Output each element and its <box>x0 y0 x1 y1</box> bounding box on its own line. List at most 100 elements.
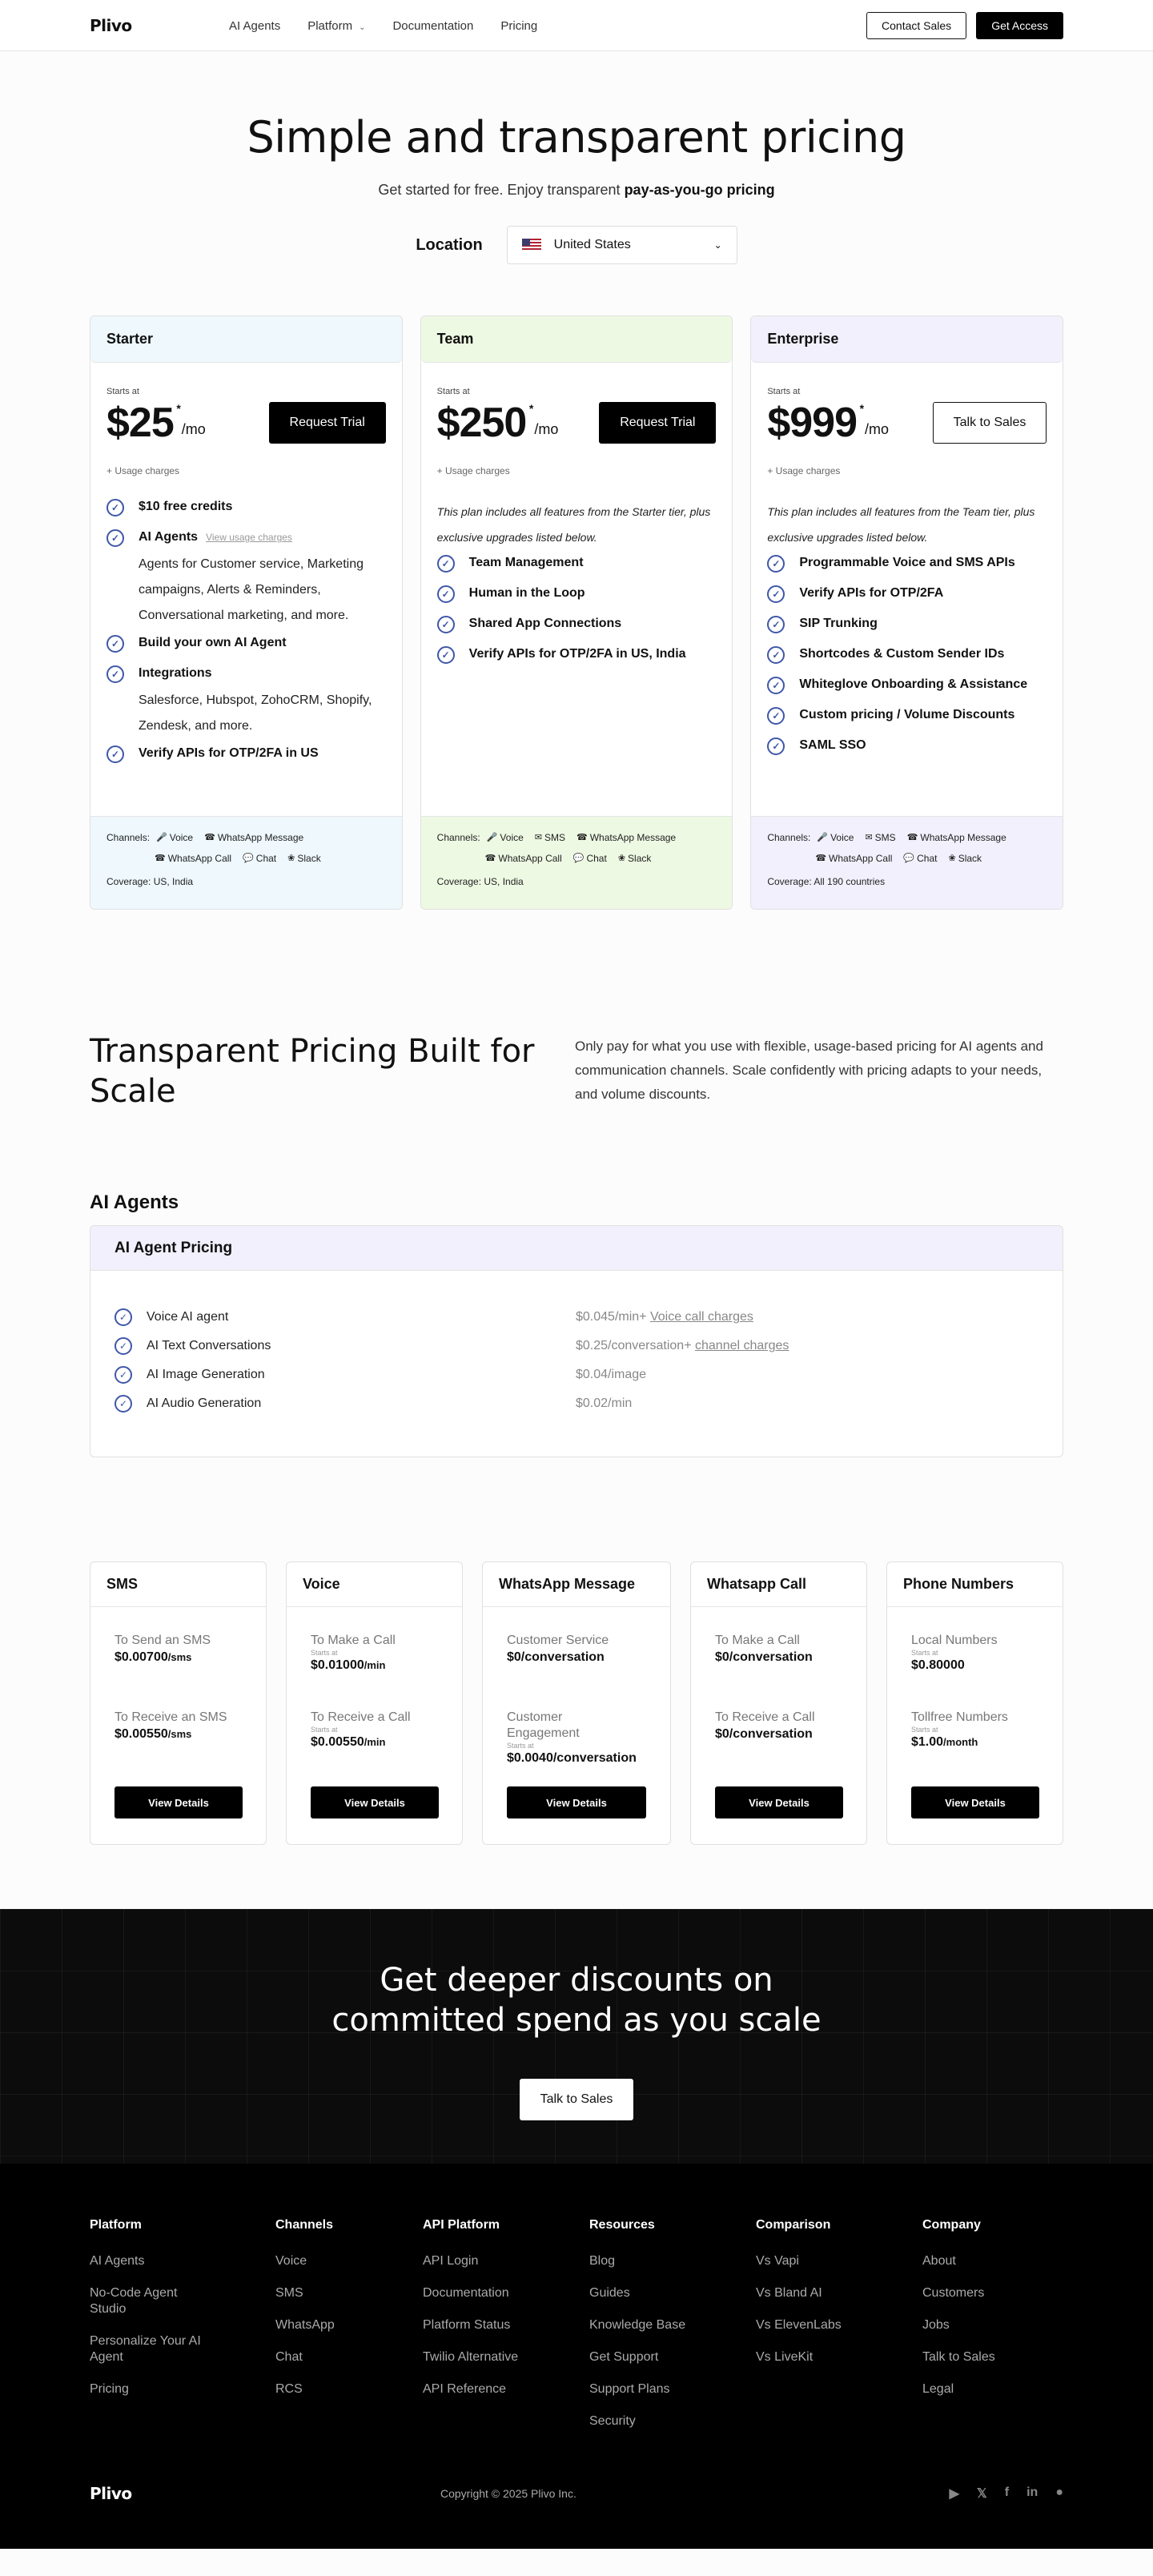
hero-subtitle-bold: pay-as-you-go pricing <box>624 182 775 198</box>
footer-link[interactable]: Voice <box>275 2253 423 2269</box>
view-details-button[interactable]: View Details <box>507 1786 646 1818</box>
view-details-button[interactable]: View Details <box>114 1786 243 1818</box>
github-icon[interactable]: ● <box>1055 2486 1063 2502</box>
nav-documentation[interactable]: Documentation <box>392 19 473 33</box>
price-amount: $0/conversation <box>507 1650 605 1664</box>
location-select[interactable]: United States ⌄ <box>506 226 737 264</box>
feature-text: Verify APIs for OTP/2FA <box>799 586 944 600</box>
footer-link[interactable]: Security <box>589 2413 756 2429</box>
per-month: /mo <box>181 420 206 437</box>
discount-title-line-1: Get deeper discounts on <box>380 1962 773 1999</box>
footer-link[interactable]: Documentation <box>423 2285 589 2301</box>
feature-text: SIP Trunking <box>799 617 878 630</box>
price-amount: $0.00550 <box>114 1727 168 1741</box>
plan-description: This plan includes all features from the… <box>767 505 1035 544</box>
channel-label: WhatsApp Call <box>829 853 893 864</box>
channel-whatsapp-message: ☎ WhatsApp Message <box>907 831 1006 844</box>
footer-link[interactable]: API Reference <box>423 2381 589 2397</box>
hero: Simple and transparent pricing Get start… <box>0 51 1153 264</box>
ai-row-name: AI Text Conversations <box>147 1339 271 1352</box>
footer-link[interactable]: No-Code Agent Studio <box>90 2285 210 2317</box>
footer-link[interactable]: About <box>922 2253 995 2269</box>
chevron-down-icon: ⌄ <box>359 22 366 32</box>
footer-link[interactable]: Customers <box>922 2285 995 2301</box>
price-amount: $0.00550 <box>311 1735 364 1749</box>
linkedin-icon[interactable]: in <box>1026 2486 1038 2502</box>
footer-link[interactable]: Chat <box>275 2349 423 2365</box>
view-details-button[interactable]: View Details <box>311 1786 439 1818</box>
footer-link[interactable]: Legal <box>922 2381 995 2397</box>
feature-item: ✓ $10 free credits <box>106 499 386 516</box>
facebook-icon[interactable]: f <box>1005 2486 1009 2502</box>
footer-link[interactable]: Guides <box>589 2285 756 2301</box>
plan-footer: Channels: 🎤 Voice ✉ SMS ☎ WhatsApp Message … <box>420 816 733 909</box>
feature-text: Custom pricing / Volume Discounts <box>799 708 1015 721</box>
footer-link[interactable]: Jobs <box>922 2317 995 2333</box>
footer-link[interactable]: Knowledge Base <box>589 2317 756 2333</box>
channel-label: Chat <box>586 853 607 864</box>
slack-icon: ❀ <box>948 854 956 863</box>
footer-link[interactable]: AI Agents <box>90 2253 275 2269</box>
discount-title: Get deeper discounts on committed spend a… <box>0 1960 1153 2040</box>
nav-platform[interactable]: Platform ⌄ <box>307 19 365 33</box>
get-access-button[interactable]: Get Access <box>976 12 1063 39</box>
starts-at: Starts at <box>911 1726 938 1734</box>
plan-name: Enterprise <box>751 316 1063 363</box>
footer-link[interactable]: Vs Vapi <box>756 2253 922 2269</box>
ai-agent-pricing-box: AI Agent Pricing ✓ Voice AI agent $0.045/… <box>90 1225 1063 1457</box>
footer-link[interactable]: Pricing <box>90 2381 275 2397</box>
starts-at: Starts at <box>311 1649 338 1657</box>
footer-link[interactable]: Vs Bland AI <box>756 2285 922 2301</box>
ai-row-name: AI Audio Generation <box>147 1397 262 1410</box>
contact-sales-button[interactable]: Contact Sales <box>866 12 967 39</box>
footer-link[interactable]: Talk to Sales <box>922 2349 995 2365</box>
nav-ai-agents[interactable]: AI Agents <box>229 19 280 33</box>
view-usage-charges-link[interactable]: View usage charges <box>206 529 292 545</box>
request-trial-button[interactable]: Request Trial <box>599 402 717 444</box>
channel-slack: ❀ Slack <box>287 852 321 865</box>
starts-at: Starts at <box>507 1742 534 1750</box>
footer-link[interactable]: Vs ElevenLabs <box>756 2317 922 2333</box>
price-unit: /sms <box>167 1728 192 1740</box>
talk-to-sales-button[interactable]: Talk to Sales <box>933 402 1047 444</box>
voice-call-charges-link[interactable]: Voice call charges <box>650 1310 753 1324</box>
footer-link[interactable]: Vs LiveKit <box>756 2349 922 2365</box>
footer-link[interactable]: Get Support <box>589 2349 756 2365</box>
price-value: $0.00550/sms <box>114 1726 242 1743</box>
channel-charges-link[interactable]: channel charges <box>695 1339 789 1352</box>
footer-link[interactable]: Platform Status <box>423 2317 589 2333</box>
channel-label: Voice <box>830 832 854 843</box>
footer-plivo-logo[interactable]: Plivo <box>90 2484 229 2503</box>
channels-label: Channels: <box>106 832 151 843</box>
ai-agent-pricing-title: AI Agent Pricing <box>90 1226 1063 1271</box>
check-circle-icon: ✓ <box>767 616 785 633</box>
request-trial-button[interactable]: Request Trial <box>268 402 386 444</box>
youtube-icon[interactable]: ▶ <box>950 2486 959 2502</box>
footer-link[interactable]: RCS <box>275 2381 423 2397</box>
asterisk: * <box>528 402 534 415</box>
nav-pricing[interactable]: Pricing <box>500 19 537 33</box>
channel-slack: ❀ Slack <box>618 852 652 865</box>
hero-subtitle-text: Get started for free. Enjoy transparent <box>378 182 625 198</box>
talk-to-sales-cta-button[interactable]: Talk to Sales <box>520 2079 633 2120</box>
footer-link[interactable]: WhatsApp <box>275 2317 423 2333</box>
footer-link[interactable]: Twilio Alternative <box>423 2349 589 2365</box>
footer-col-title: Resources <box>589 2218 655 2232</box>
plan-card-enterprise: Enterprise Starts at $999 * /mo Talk to S… <box>750 315 1064 910</box>
view-details-button[interactable]: View Details <box>715 1786 843 1818</box>
price-amount: $0.80000 <box>911 1658 965 1672</box>
footer-link[interactable]: API Login <box>423 2253 589 2269</box>
footer-col-channels: Channels Voice SMS WhatsApp Chat RCS <box>275 2218 423 2445</box>
plivo-logo[interactable]: Plivo <box>90 16 229 35</box>
view-details-button[interactable]: View Details <box>911 1786 1039 1818</box>
footer-link[interactable]: Support Plans <box>589 2381 756 2397</box>
coverage: Coverage: All 190 countries <box>767 876 886 887</box>
feature-text: Shortcodes & Custom Sender IDs <box>799 647 1005 661</box>
ai-pricing-row: ✓ AI Image Generation $0.04/image <box>90 1360 1063 1389</box>
footer-link[interactable]: Personalize Your AI Agent <box>90 2333 218 2365</box>
footer-link[interactable]: SMS <box>275 2285 423 2301</box>
plan-price-value: $250 <box>436 400 528 446</box>
x-icon[interactable]: 𝕏 <box>977 2486 987 2502</box>
price-label: To Make a Call <box>311 1634 396 1647</box>
footer-link[interactable]: Blog <box>589 2253 756 2269</box>
